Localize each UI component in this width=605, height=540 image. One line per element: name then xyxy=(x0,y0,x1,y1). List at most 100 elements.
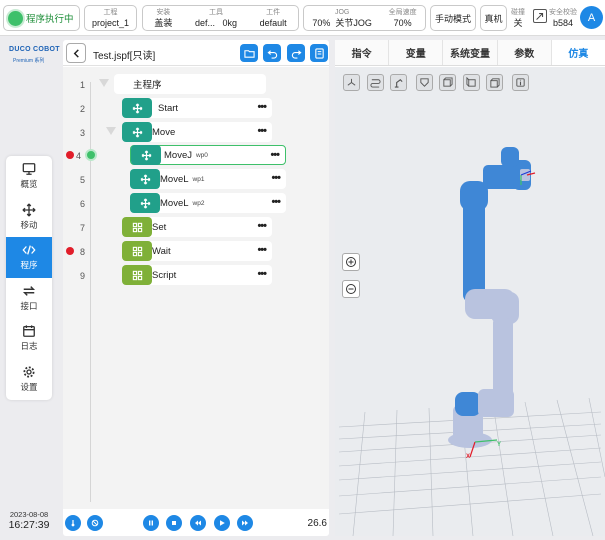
back-button[interactable] xyxy=(66,43,86,63)
disable-button[interactable] xyxy=(87,515,103,531)
tree-node-script[interactable]: Script ••• xyxy=(122,265,272,285)
3d-viewport[interactable]: X Y xyxy=(335,67,605,536)
tab-system-variables[interactable]: 系统变量 xyxy=(443,40,498,65)
tab-commands[interactable]: 指令 xyxy=(335,40,390,65)
safety-check[interactable]: 安全校验 b584 xyxy=(549,8,577,28)
real-machine-label: 真机 xyxy=(484,13,503,24)
tree-node-movel-1[interactable]: MoveL wp1 ••• xyxy=(130,169,286,189)
workpiece-value: default xyxy=(259,18,287,28)
expand-triangle-icon[interactable] xyxy=(106,127,116,135)
open-folder-button[interactable] xyxy=(240,44,258,62)
global-speed-value: 70% xyxy=(393,18,412,28)
more-icon[interactable]: ••• xyxy=(271,197,281,208)
thermometer-button[interactable] xyxy=(65,515,81,531)
save-button[interactable] xyxy=(310,44,328,62)
tree-node-start[interactable]: Start ••• xyxy=(122,98,272,118)
safety-check-value: b584 xyxy=(552,18,574,28)
play-button[interactable] xyxy=(214,515,230,531)
more-icon[interactable]: ••• xyxy=(271,173,281,184)
stop-button[interactable] xyxy=(166,515,182,531)
simulation-panel: 指令 变量 系统变量 参数 仿真 X Y xyxy=(335,40,605,536)
step-forward-button[interactable] xyxy=(237,515,253,531)
sidebar-item-label: 移动 xyxy=(20,219,38,230)
manual-mode-button[interactable]: 手动模式 xyxy=(430,5,476,31)
grid-node-icon xyxy=(122,265,152,285)
expand-icon[interactable] xyxy=(533,9,547,23)
line-number: 1 xyxy=(79,80,85,90)
collision-label: 碰撞 xyxy=(511,9,525,16)
grid-node-icon xyxy=(122,241,152,261)
clock-time: 16:27:39 xyxy=(8,519,50,531)
config-box[interactable]: 安装 盖装 工具 def... 0kg 工件 default xyxy=(142,5,299,31)
undo-button[interactable] xyxy=(263,44,281,62)
pause-button[interactable] xyxy=(143,515,159,531)
tree-node-movel-2[interactable]: MoveL wp2 ••• xyxy=(130,193,286,213)
more-icon[interactable]: ••• xyxy=(257,221,267,232)
move-node-icon xyxy=(122,98,152,118)
real-machine-button[interactable]: 真机 xyxy=(480,5,507,31)
redo-button[interactable] xyxy=(287,44,305,62)
tree-node-set[interactable]: Set ••• xyxy=(122,217,272,237)
line-number: 9 xyxy=(79,271,85,281)
run-status-box[interactable]: 程序执行中 xyxy=(3,5,80,31)
tab-simulation[interactable]: 仿真 xyxy=(551,40,605,65)
more-icon[interactable]: ••• xyxy=(257,126,267,137)
right-tabs: 指令 变量 系统变量 参数 仿真 xyxy=(335,40,605,66)
step-back-button[interactable] xyxy=(190,515,206,531)
speed-box[interactable]: JOG 70% 关节JOG 全局速度 70% xyxy=(303,5,426,31)
waypoint-tag: wp2 xyxy=(192,199,205,207)
tab-parameters[interactable]: 参数 xyxy=(498,40,552,65)
project-box[interactable]: 工程 project_1 xyxy=(84,5,137,31)
thermometer-icon xyxy=(71,520,75,527)
tree-node-movej[interactable]: MoveJ wp0 ••• xyxy=(130,145,286,165)
play-icon xyxy=(220,520,225,526)
expand-triangle-icon[interactable] xyxy=(99,79,109,87)
more-icon[interactable]: ••• xyxy=(257,102,267,113)
manual-mode-label: 手动模式 xyxy=(434,13,471,24)
program-speed: 26.6 xyxy=(307,518,327,529)
calendar-icon xyxy=(23,325,35,338)
sidebar-item-overview[interactable]: 概览 xyxy=(6,156,52,197)
tool-label: 工具 xyxy=(208,9,223,16)
line-number: 5 xyxy=(79,175,85,185)
node-label: MoveL xyxy=(160,173,189,185)
sidebar-item-log[interactable]: 日志 xyxy=(6,318,52,359)
program-controls: 26.6 xyxy=(63,510,329,536)
sidebar-item-label: 程序 xyxy=(20,260,38,271)
install-value: 盖装 xyxy=(154,18,173,28)
swap-icon xyxy=(22,285,36,296)
waypoint-tag: wp0 xyxy=(195,151,208,159)
tree-node-wait[interactable]: Wait ••• xyxy=(122,241,272,261)
line-number: 3 xyxy=(79,128,85,138)
sidebar-item-program[interactable]: 程序 xyxy=(6,237,52,278)
current-line-indicator xyxy=(85,149,97,161)
clock-date: 2023-08-08 xyxy=(9,510,49,519)
more-icon[interactable]: ••• xyxy=(257,245,267,256)
node-label: Set xyxy=(152,221,167,233)
node-label: Start xyxy=(158,102,179,114)
sidebar-item-settings[interactable]: 设置 xyxy=(6,359,52,400)
tree-node-main[interactable]: 主程序 xyxy=(114,74,266,94)
brand-sub: Premium 系列 xyxy=(13,58,45,64)
chevron-left-icon xyxy=(73,48,79,58)
program-title: Test.jspf[只读] xyxy=(93,51,156,62)
sidebar-item-interface[interactable]: 接口 xyxy=(6,278,52,319)
more-icon[interactable]: ••• xyxy=(257,269,267,280)
node-label: Move xyxy=(152,126,176,138)
monitor-icon xyxy=(22,163,36,176)
more-icon[interactable]: ••• xyxy=(270,150,280,161)
move-node-icon xyxy=(122,122,152,142)
running-indicator-icon xyxy=(8,10,23,26)
axis-y-label: Y xyxy=(497,442,502,448)
collision-status[interactable]: 碰撞 关 xyxy=(511,8,525,28)
waypoint-tag: wp1 xyxy=(192,175,205,183)
sidebar-item-label: 概览 xyxy=(20,179,38,190)
global-speed-label: 全局速度 xyxy=(388,9,417,16)
safety-check-label: 安全校验 xyxy=(549,9,577,16)
user-avatar[interactable]: A xyxy=(580,6,603,29)
robot-wrist xyxy=(483,147,531,190)
tree-node-move[interactable]: Move ••• xyxy=(122,122,272,142)
tab-variables[interactable]: 变量 xyxy=(389,40,444,65)
sidebar-item-move[interactable]: 移动 xyxy=(6,197,52,238)
sidebar-nav: 概览 移动 程序 接口 日志 设置 xyxy=(6,156,52,400)
